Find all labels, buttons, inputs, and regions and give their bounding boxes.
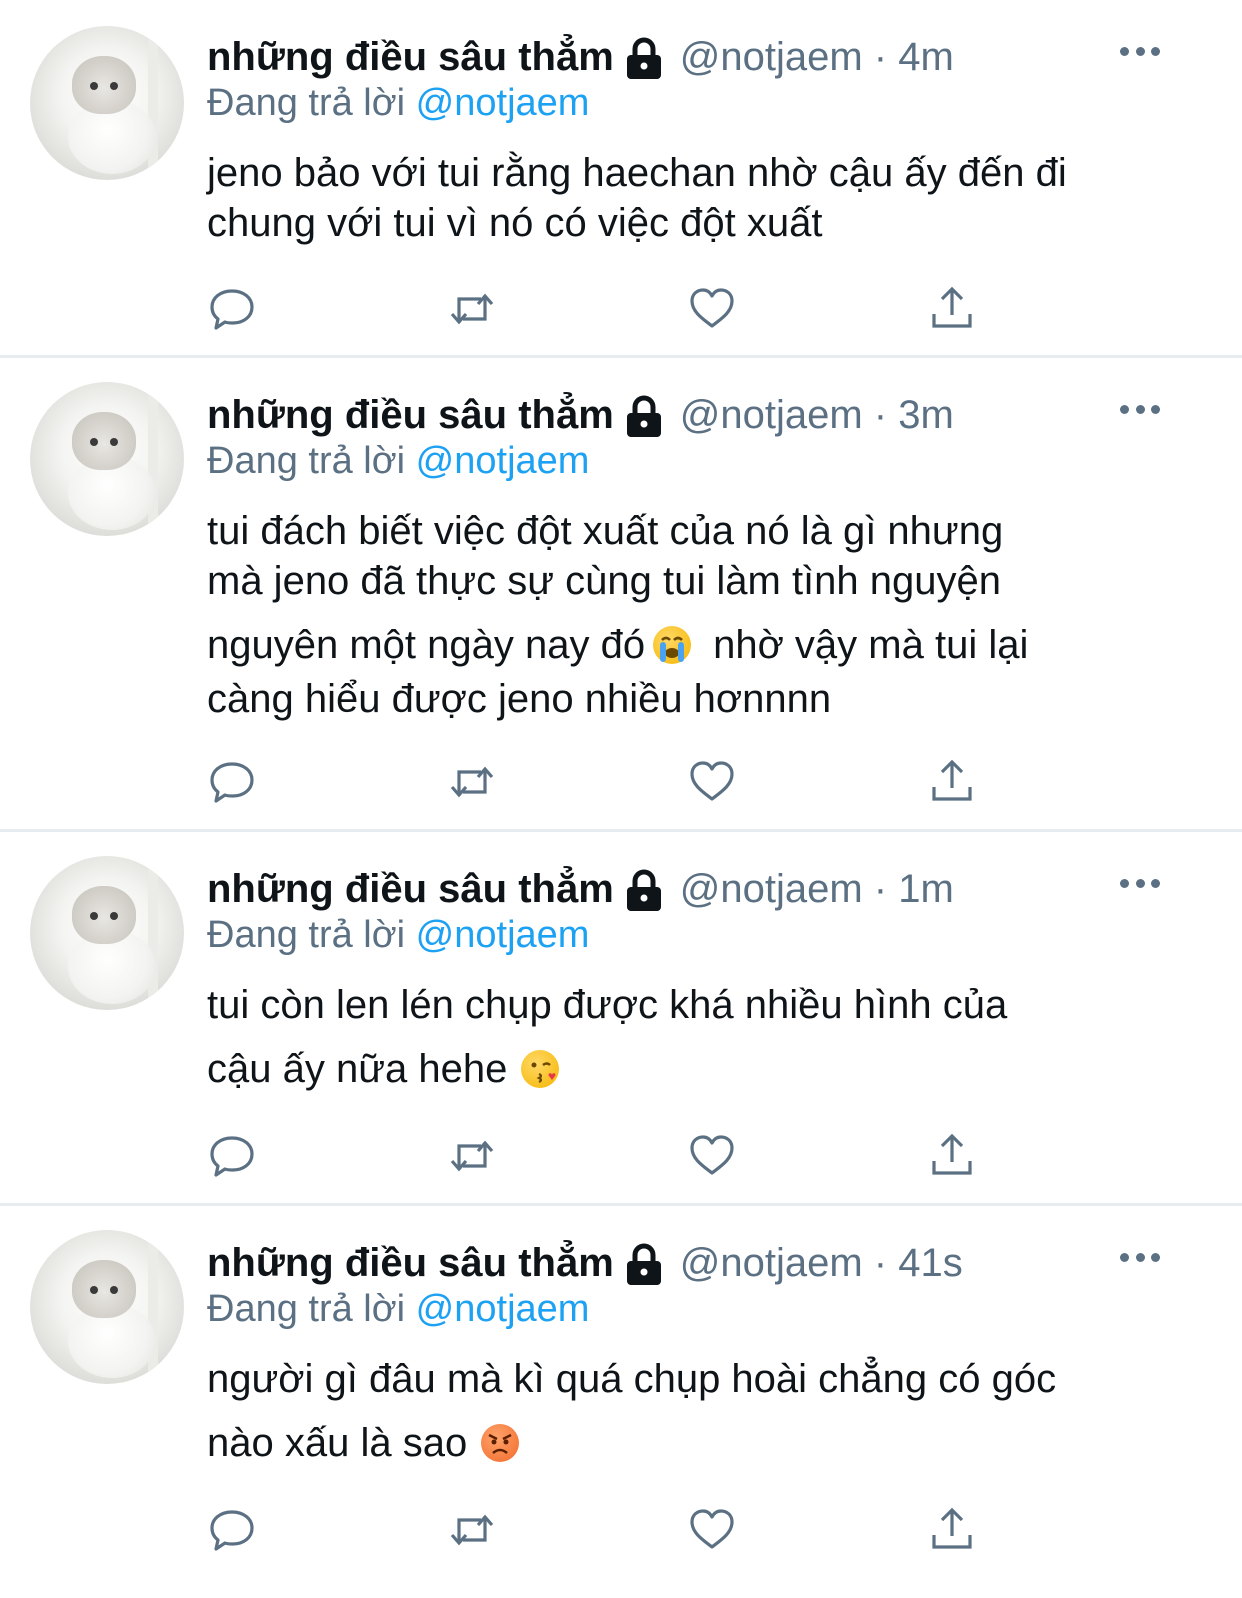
reply-icon[interactable] [207, 757, 257, 807]
lock-icon [624, 869, 664, 913]
avatar[interactable] [30, 382, 184, 536]
lock-icon [624, 395, 664, 439]
tweet-text-line: jeno bảo với tui rằng haechan nhờ cậu ấy… [207, 151, 1067, 195]
retweet-icon[interactable] [447, 1131, 497, 1181]
tweet-header: những điều sâu thẳm @notjaem · 41s [207, 1238, 963, 1288]
replying-to: Đang trả lời @notjaem [207, 914, 589, 957]
tweet-actions [207, 1505, 987, 1555]
kiss-face-icon [521, 1050, 560, 1088]
tweet-text-line: tui còn len lén chụp được khá nhiều hình… [207, 983, 1008, 1027]
tweet[interactable]: những điều sâu thẳm @notjaem · 41s Đang … [0, 1206, 1242, 1598]
share-icon[interactable] [927, 1505, 977, 1555]
tweet-text: tui đách biết việc đột xuất của nó là gì… [207, 506, 1167, 724]
reply-icon[interactable] [207, 284, 257, 334]
display-name[interactable]: những điều sâu thẳm [207, 1241, 614, 1286]
tweet-text-line: tui đách biết việc đột xuất của nó là gì… [207, 509, 1004, 553]
tweet-header: những điều sâu thẳm @notjaem · 4m [207, 32, 954, 82]
replying-to: Đang trả lời @notjaem [207, 440, 589, 483]
display-name[interactable]: những điều sâu thẳm [207, 35, 614, 80]
handle-and-time[interactable]: @notjaem · 1m [680, 867, 954, 912]
tweet[interactable]: những điều sâu thẳm @notjaem · 1m Đang t… [0, 832, 1242, 1204]
reply-mention[interactable]: @notjaem [416, 440, 590, 482]
avatar[interactable] [30, 26, 184, 180]
display-name[interactable]: những điều sâu thẳm [207, 393, 614, 438]
tweet[interactable]: những điều sâu thẳm @notjaem · 4m Đang t… [0, 0, 1242, 355]
retweet-icon[interactable] [447, 757, 497, 807]
replying-to: Đang trả lời @notjaem [207, 82, 589, 125]
tweet-text-segment: nhờ vậy mà tui lại [713, 623, 1029, 667]
reply-mention[interactable]: @notjaem [416, 1288, 590, 1330]
more-icon[interactable] [1120, 44, 1160, 58]
replying-to: Đang trả lời @notjaem [207, 1288, 589, 1331]
share-icon[interactable] [927, 284, 977, 334]
more-icon[interactable] [1120, 876, 1160, 890]
retweet-icon[interactable] [447, 1505, 497, 1555]
angry-face-icon [481, 1424, 520, 1462]
lock-icon [624, 1243, 664, 1287]
handle-and-time[interactable]: @notjaem · 4m [680, 35, 954, 80]
reply-icon[interactable] [207, 1505, 257, 1555]
reply-prefix: Đang trả lời [207, 1288, 406, 1330]
lock-icon [624, 37, 664, 81]
like-icon[interactable] [687, 284, 737, 334]
tweet-text: jeno bảo với tui rằng haechan nhờ cậu ấy… [207, 148, 1167, 248]
handle-and-time[interactable]: @notjaem · 41s [680, 1241, 963, 1286]
retweet-icon[interactable] [447, 284, 497, 334]
reply-icon[interactable] [207, 1131, 257, 1181]
tweet-text: tui còn len lén chụp được khá nhiều hình… [207, 980, 1167, 1094]
reply-mention[interactable]: @notjaem [416, 914, 590, 956]
tweet-text-line: nguyên một ngày nay đó nhờ vậy mà tui lại [207, 620, 1167, 670]
tweet-header: những điều sâu thẳm @notjaem · 3m [207, 390, 954, 440]
tweet-text-line: cậu ấy nữa hehe [207, 1044, 1167, 1094]
more-icon[interactable] [1120, 1250, 1160, 1264]
timeline: những điều sâu thẳm @notjaem · 4m Đang t… [0, 0, 1242, 1598]
reply-prefix: Đang trả lời [207, 440, 406, 482]
tweet-text-segment: nào xấu là sao [207, 1421, 468, 1465]
tweet-actions [207, 1131, 987, 1181]
tweet-text-segment: cậu ấy nữa hehe [207, 1047, 508, 1091]
tweet-actions [207, 284, 987, 334]
reply-prefix: Đang trả lời [207, 82, 406, 124]
like-icon[interactable] [687, 1505, 737, 1555]
like-icon[interactable] [687, 1131, 737, 1181]
avatar[interactable] [30, 856, 184, 1010]
share-icon[interactable] [927, 757, 977, 807]
more-icon[interactable] [1120, 402, 1160, 416]
tweet-actions [207, 757, 987, 807]
tweet-header: những điều sâu thẳm @notjaem · 1m [207, 864, 954, 914]
tweet-text: người gì đâu mà kì quá chụp hoài chẳng c… [207, 1354, 1167, 1468]
reply-prefix: Đang trả lời [207, 914, 406, 956]
tweet-text-line: mà jeno đã thực sự cùng tui làm tình ngu… [207, 559, 1002, 603]
avatar[interactable] [30, 1230, 184, 1384]
tweet-text-line: người gì đâu mà kì quá chụp hoài chẳng c… [207, 1357, 1057, 1401]
tweet[interactable]: những điều sâu thẳm @notjaem · 3m Đang t… [0, 358, 1242, 830]
reply-mention[interactable]: @notjaem [416, 82, 590, 124]
share-icon[interactable] [927, 1131, 977, 1181]
display-name[interactable]: những điều sâu thẳm [207, 867, 614, 912]
tweet-text-line: nào xấu là sao [207, 1418, 1167, 1468]
tweet-text-segment: nguyên một ngày nay đó [207, 623, 646, 667]
like-icon[interactable] [687, 757, 737, 807]
tweet-text-line: càng hiểu được jeno nhiều hơnnnn [207, 677, 832, 721]
handle-and-time[interactable]: @notjaem · 3m [680, 393, 954, 438]
tweet-text-line: chung với tui vì nó có việc đột xuất [207, 201, 823, 245]
crying-face-icon [653, 626, 692, 664]
